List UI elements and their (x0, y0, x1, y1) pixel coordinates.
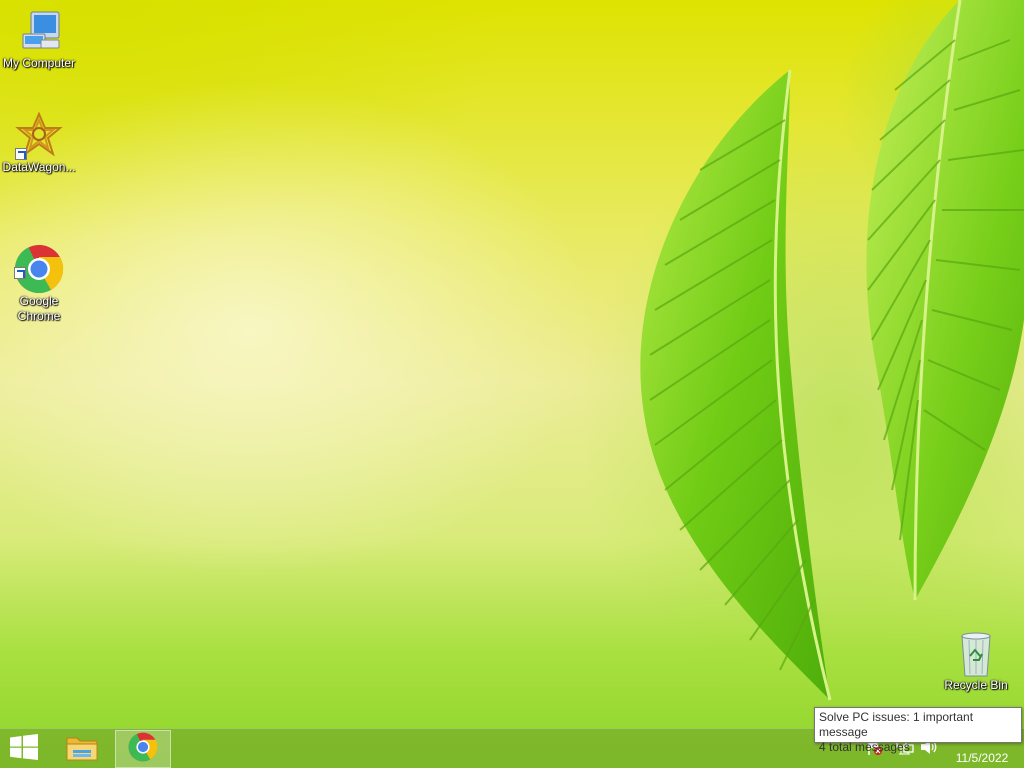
desktop-icon-recycle-bin[interactable]: Recycle Bin (936, 630, 1016, 693)
recycle-bin-icon (956, 630, 996, 678)
desktop-icon-datawagon[interactable]: DataWagon... (0, 111, 78, 175)
file-explorer-icon (65, 732, 99, 767)
computer-icon (15, 8, 63, 56)
windows-logo-icon (10, 733, 38, 765)
shortcut-arrow-icon (14, 267, 26, 279)
desktop-wallpaper (0, 0, 1024, 768)
taskbar-chrome-button[interactable] (115, 730, 171, 768)
tooltip-line-1: Solve PC issues: 1 important message (819, 710, 974, 739)
chrome-icon (128, 732, 158, 767)
desktop-icon-my-computer[interactable]: My Computer (0, 8, 78, 71)
desktop-icon-google-chrome[interactable]: Google Chrome (0, 214, 78, 324)
taskbar-file-explorer-button[interactable] (54, 730, 110, 768)
desktop-icon-label: My Computer (2, 56, 76, 70)
desktop-icon-label: Google Chrome (17, 294, 61, 323)
desktop-icon-label: DataWagon... (2, 160, 76, 174)
desktop-icon-label: Recycle Bin (944, 678, 1008, 692)
datawagon-icon (15, 111, 63, 160)
shortcut-arrow-icon (15, 148, 27, 160)
start-button[interactable] (0, 730, 48, 768)
tooltip-line-2: 4 total messages (819, 740, 910, 754)
action-center-tooltip: Solve PC issues: 1 important message 4 t… (814, 707, 1022, 754)
chrome-icon (14, 229, 64, 294)
leaf-wallpaper-art (580, 0, 1024, 720)
